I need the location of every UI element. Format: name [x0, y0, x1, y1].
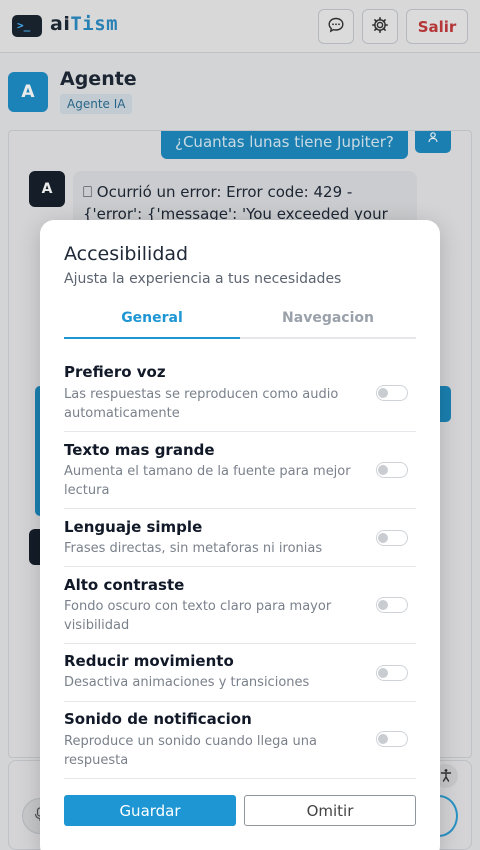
toggle-texto-mas-grande[interactable] [376, 462, 408, 478]
toggle-knob [378, 668, 388, 678]
option-prefiero-voz: Prefiero voz Las respuestas se reproduce… [64, 355, 416, 432]
toggle-knob [378, 734, 388, 744]
option-lenguaje-simple: Lenguaje simple Frases directas, sin met… [64, 509, 416, 567]
option-title: Sonido de notificacion [64, 710, 252, 728]
option-description: Fondo oscuro con texto claro para mayor … [64, 599, 332, 633]
option-title: Alto contraste [64, 576, 185, 594]
option-description: Reproduce un sonido cuando llega una res… [64, 734, 317, 768]
toggle-prefiero-voz[interactable] [376, 385, 408, 401]
option-title: Texto mas grande [64, 441, 215, 459]
toggle-knob [378, 600, 388, 610]
modal-title: Accesibilidad [64, 243, 189, 265]
option-title: Reducir movimiento [64, 652, 234, 670]
option-title: Lenguaje simple [64, 518, 203, 536]
active-tab-indicator [64, 337, 240, 339]
toggle-knob [378, 388, 388, 398]
toggle-knob [378, 465, 388, 475]
option-title: Prefiero voz [64, 363, 166, 381]
toggle-knob [378, 533, 388, 543]
modal-subtitle: Ajusta la experiencia a tus necesidades [64, 271, 342, 287]
option-alto-contraste: Alto contraste Fondo oscuro con texto cl… [64, 567, 416, 644]
option-description: Frases directas, sin metaforas ni ironia… [64, 541, 323, 556]
skip-button[interactable]: Omitir [244, 795, 416, 826]
option-sonido-notificacion: Sonido de notificacion Reproduce un soni… [64, 702, 416, 779]
save-button[interactable]: Guardar [64, 795, 236, 826]
toggle-alto-contraste[interactable] [376, 597, 408, 613]
toggle-reducir-movimiento[interactable] [376, 665, 408, 681]
tab-general[interactable]: General [64, 310, 240, 326]
accessibility-modal: Accesibilidad Ajusta la experiencia a tu… [40, 220, 440, 850]
modal-tabs: General Navegacion [64, 307, 416, 339]
option-texto-mas-grande: Texto mas grande Aumenta el tamano de la… [64, 432, 416, 509]
toggle-sonido-notificacion[interactable] [376, 731, 408, 747]
tab-navegacion[interactable]: Navegacion [240, 310, 416, 326]
option-description: Aumenta el tamano de la fuente para mejo… [64, 464, 351, 498]
option-reducir-movimiento: Reducir movimiento Desactiva animaciones… [64, 644, 416, 702]
option-description: Las respuestas se reproducen como audio … [64, 387, 339, 421]
option-description: Desactiva animaciones y transiciones [64, 675, 310, 690]
toggle-lenguaje-simple[interactable] [376, 530, 408, 546]
